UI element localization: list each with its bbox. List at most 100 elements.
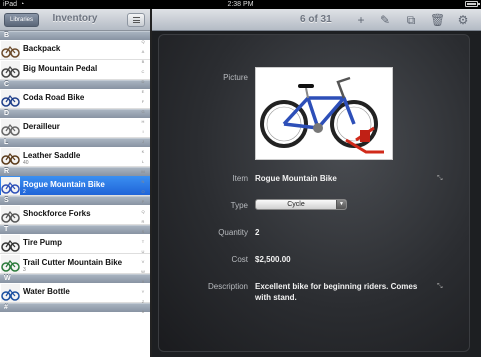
item-quantity: 2 <box>23 189 26 195</box>
index-letter[interactable]: P <box>138 197 148 207</box>
bike-image <box>260 76 384 154</box>
picture-label: Picture <box>223 73 248 82</box>
trash-icon[interactable]: 🗑 <box>430 13 445 27</box>
section-header: D <box>0 109 150 118</box>
section-index-bar[interactable]: Q A B C D E F G H I J K L M N O P Q R S T U V W X Y Z # <box>138 37 148 355</box>
section-header: L <box>0 138 150 147</box>
index-letter[interactable]: Q <box>138 207 148 217</box>
detail-toolbar: 6 of 31 + ✎ ⧉ 🗑 ⚙ <box>152 9 481 31</box>
cost-value[interactable]: $2,500.00 <box>255 255 291 264</box>
copy-icon[interactable]: ⧉ <box>404 13 418 27</box>
item-name: Backpack <box>23 44 61 53</box>
gear-icon[interactable]: ⚙ <box>456 13 470 27</box>
list-item[interactable]: Leather Saddle 40 <box>0 147 150 167</box>
index-letter[interactable]: V <box>138 257 148 267</box>
list-item[interactable]: Trail Cutter Mountain Bike 3 <box>0 254 150 274</box>
item-quantity: 40 <box>23 160 29 166</box>
status-clock: 2:38 PM <box>227 1 254 8</box>
item-thumbnail <box>1 235 20 253</box>
index-letter[interactable]: M <box>138 167 148 177</box>
list-icon <box>133 17 140 23</box>
expand-icon[interactable]: ⤡ <box>437 175 445 183</box>
cost-label: Cost <box>231 255 248 264</box>
index-letter[interactable]: X <box>138 277 148 287</box>
index-letter[interactable]: N <box>138 177 148 187</box>
list-item[interactable]: Big Mountain Pedal <box>0 60 150 80</box>
index-letter[interactable]: L <box>138 157 148 167</box>
section-header: R <box>0 167 150 176</box>
item-name: Shockforce Forks <box>23 209 91 218</box>
index-letter[interactable]: S <box>138 227 148 237</box>
index-letter[interactable]: W <box>138 267 148 277</box>
item-value[interactable]: Rogue Mountain Bike <box>255 174 337 183</box>
index-letter[interactable]: Z <box>138 297 148 307</box>
item-thumbnail <box>1 148 20 166</box>
expand-icon[interactable]: ⤡ <box>437 283 445 291</box>
section-header: C <box>0 80 150 89</box>
item-thumbnail <box>1 177 20 195</box>
index-letter[interactable]: # <box>138 307 148 317</box>
item-name: Tire Pump <box>23 238 62 247</box>
item-thumbnail <box>1 255 20 273</box>
item-name: Trail Cutter Mountain Bike <box>23 258 123 267</box>
index-letter[interactable]: Q <box>138 37 148 47</box>
index-letter[interactable]: H <box>138 117 148 127</box>
item-thumbnail <box>1 41 20 59</box>
item-picture[interactable] <box>255 67 393 160</box>
type-select[interactable]: Cycle ▼ <box>255 199 347 210</box>
index-letter[interactable]: F <box>138 97 148 107</box>
list-view-button[interactable] <box>127 13 145 27</box>
item-name: Rogue Mountain Bike <box>23 180 105 189</box>
inventory-list[interactable]: B Backpack Big Mountain Pedal C Coda Road Bi… <box>0 31 150 357</box>
item-name: Derailleur <box>23 122 60 131</box>
item-thumbnail <box>1 90 20 108</box>
description-value[interactable]: Excellent bike for beginning riders. Com… <box>255 281 420 303</box>
status-bar: iPad ◔ 2:38 PM <box>0 0 481 9</box>
type-label: Type <box>230 201 248 210</box>
section-header: # <box>0 303 150 312</box>
add-icon[interactable]: + <box>354 13 368 27</box>
list-item[interactable]: Shockforce Forks <box>0 205 150 225</box>
list-item[interactable]: Backpack <box>0 40 150 60</box>
index-letter[interactable]: I <box>138 127 148 137</box>
item-name: Coda Road Bike <box>23 93 85 102</box>
index-letter[interactable]: E <box>138 87 148 97</box>
quantity-value[interactable]: 2 <box>255 228 259 237</box>
section-header: W <box>0 274 150 283</box>
item-name: Leather Saddle <box>23 151 81 160</box>
list-item[interactable]: Derailleur <box>0 118 150 138</box>
index-letter[interactable]: J <box>138 137 148 147</box>
chevron-down-icon: ▼ <box>336 200 346 209</box>
index-letter[interactable]: C <box>138 67 148 77</box>
list-item[interactable]: Coda Road Bike <box>0 89 150 109</box>
index-letter[interactable]: U <box>138 247 148 257</box>
section-header: B <box>0 31 150 40</box>
item-thumbnail <box>1 119 20 137</box>
index-letter[interactable]: T <box>138 237 148 247</box>
item-thumbnail <box>1 284 20 302</box>
item-name: Big Mountain Pedal <box>23 64 98 73</box>
index-letter[interactable]: D <box>138 77 148 87</box>
index-letter[interactable]: K <box>138 147 148 157</box>
item-quantity: 3 <box>23 267 26 273</box>
inventory-list-pane: Libraries Inventory B Backpack Big Mountai… <box>0 9 150 357</box>
index-letter[interactable]: G <box>138 107 148 117</box>
battery-icon <box>465 1 480 7</box>
left-toolbar: Libraries Inventory <box>0 9 150 31</box>
list-item[interactable]: Rogue Mountain Bike 2 <box>0 176 150 196</box>
detail-scrollbar[interactable] <box>471 36 475 350</box>
index-letter[interactable]: O <box>138 187 148 197</box>
list-item[interactable]: Water Bottle <box>0 283 150 303</box>
detail-pane: 6 of 31 + ✎ ⧉ 🗑 ⚙ Picture Item Rogue Mou… <box>152 9 481 357</box>
index-letter[interactable]: R <box>138 217 148 227</box>
edit-pencil-icon[interactable]: ✎ <box>378 13 392 27</box>
index-letter[interactable]: Y <box>138 287 148 297</box>
item-thumbnail <box>1 206 20 224</box>
list-item[interactable]: Tire Pump <box>0 234 150 254</box>
index-letter[interactable]: A <box>138 47 148 57</box>
description-label: Description <box>207 282 248 291</box>
item-name: Water Bottle <box>23 287 70 296</box>
item-thumbnail <box>1 61 20 79</box>
type-value: Cycle <box>287 201 305 208</box>
index-letter[interactable]: B <box>138 57 148 67</box>
